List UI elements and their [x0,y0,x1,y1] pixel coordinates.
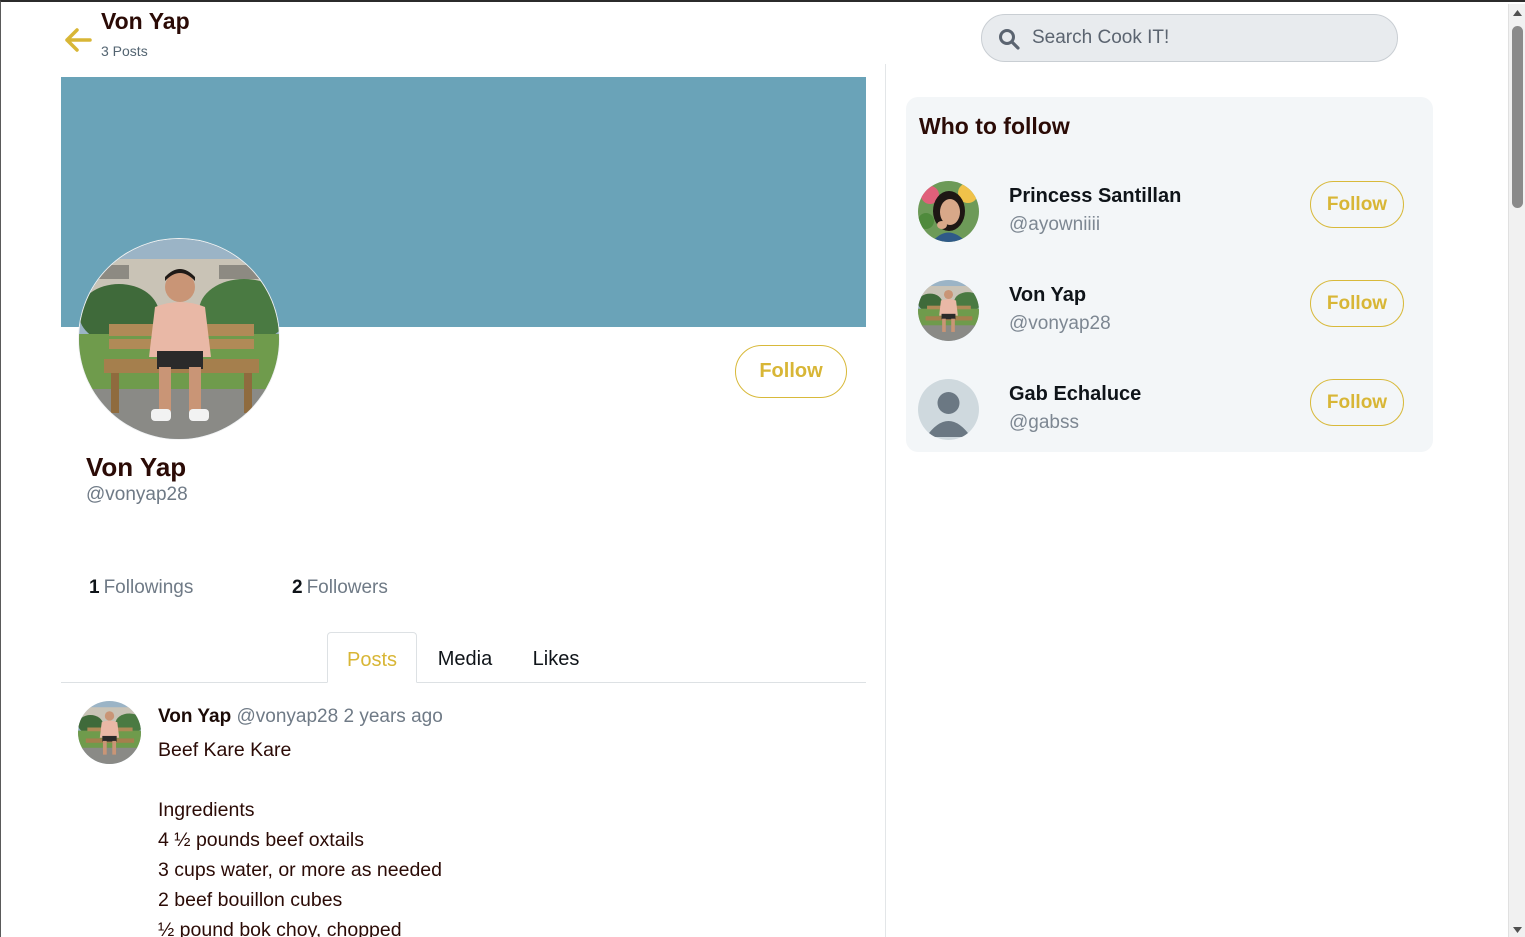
suggestion-handle: @vonyap28 [1009,313,1111,334]
followings-stat[interactable]: 1 Followings [89,577,193,599]
post-line [158,765,442,795]
post-line: 2 beef bouillon cubes [158,889,343,911]
post-line: 3 cups water, or more as needed [158,859,442,881]
scroll-up-arrow-icon[interactable] [1509,4,1525,22]
post-author-name[interactable]: Von Yap [158,706,231,727]
scrollbar-thumb[interactable] [1512,26,1523,208]
search-box[interactable] [981,14,1398,62]
post-timestamp: 2 years ago [343,706,443,727]
profile-avatar [78,238,280,440]
post-author-avatar[interactable] [78,701,141,764]
tab-posts[interactable]: Posts [327,632,417,683]
tab-likes[interactable]: Likes [523,632,589,683]
follow-suggestion-button[interactable]: Follow [1310,379,1404,426]
column-divider [885,64,886,937]
page-scrollbar[interactable] [1508,4,1525,937]
followings-count: 1 [89,577,100,598]
followers-stat[interactable]: 2 Followers [292,577,388,599]
back-arrow-icon[interactable] [63,26,93,54]
default-avatar-icon[interactable] [918,379,979,440]
suggestion-name[interactable]: Gab Echaluce [1009,383,1141,406]
follow-button[interactable]: Follow [735,345,847,398]
post-author-handle: @vonyap28 [236,706,339,727]
post-line: Beef Kare Kare [158,739,292,761]
post-line: 4 ½ pounds beef oxtails [158,829,364,851]
who-to-follow-title: Who to follow [919,113,1070,139]
suggestion-handle: @ayowniiii [1009,214,1101,235]
who-to-follow-panel: Who to follow Princess Santillan @ayowni… [906,97,1433,452]
follow-suggestion-button[interactable]: Follow [1310,280,1404,327]
browser-viewport: Von Yap 3 Posts Search Cook IT! Follow V… [0,0,1525,937]
suggestion-item: Gab Echaluce @gabss Follow [906,379,1433,445]
post-line: ½ pound bok choy, chopped [158,919,402,937]
suggestion-avatar[interactable] [918,181,979,242]
suggestion-avatar[interactable] [918,280,979,341]
search-icon [998,28,1020,50]
scroll-down-arrow-icon[interactable] [1509,921,1525,937]
post-count: 3 Posts [101,43,148,59]
suggestion-name[interactable]: Von Yap [1009,284,1086,307]
follow-suggestion-button[interactable]: Follow [1310,181,1404,228]
tab-media[interactable]: Media [427,632,503,683]
post-line: Ingredients [158,799,255,821]
search-input[interactable] [1032,23,1382,53]
followings-label: Followings [103,577,194,598]
suggestion-name[interactable]: Princess Santillan [1009,185,1181,208]
profile-handle: @vonyap28 [86,484,188,505]
page-title: Von Yap [101,8,190,34]
post-content: Beef Kare Kare Ingredients 4 ½ pounds be… [158,735,442,937]
profile-name: Von Yap [86,452,187,482]
suggestion-handle: @gabss [1009,412,1079,433]
followers-label: Followers [306,577,388,598]
suggestion-item: Von Yap @vonyap28 Follow [906,280,1433,346]
post-header: Von Yap @vonyap28 2 years ago [158,706,443,728]
suggestion-item: Princess Santillan @ayowniiii Follow [906,181,1433,247]
followers-count: 2 [292,577,303,598]
profile-tabs: Posts Media Likes [61,632,866,683]
